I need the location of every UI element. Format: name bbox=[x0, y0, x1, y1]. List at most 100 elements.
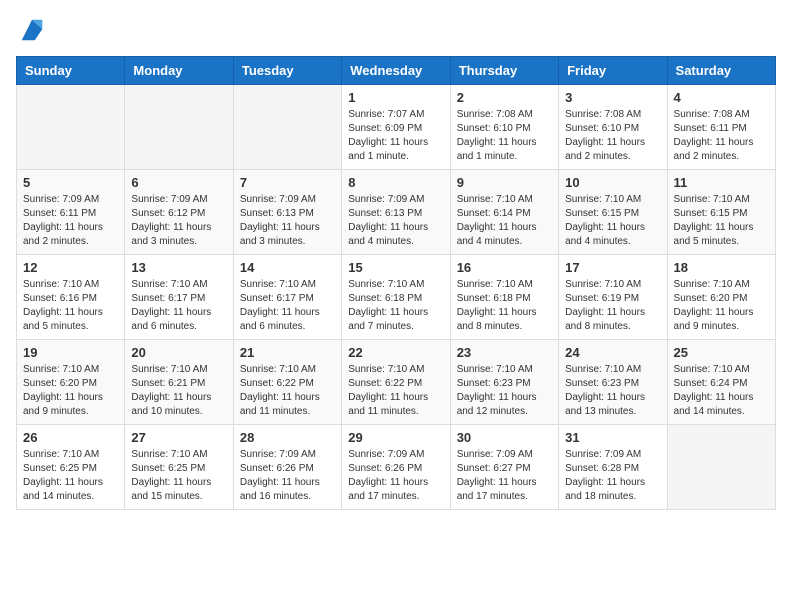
day-number: 17 bbox=[565, 260, 660, 275]
calendar-week-3: 12 Sunrise: 7:10 AMSunset: 6:16 PMDayligh… bbox=[17, 255, 776, 340]
calendar-cell: 12 Sunrise: 7:10 AMSunset: 6:16 PMDayligh… bbox=[17, 255, 125, 340]
calendar-cell: 21 Sunrise: 7:10 AMSunset: 6:22 PMDayligh… bbox=[233, 340, 341, 425]
calendar-cell: 20Sunrise: 7:10 AMSunset: 6:21 PMDayligh… bbox=[125, 340, 233, 425]
calendar-cell bbox=[233, 85, 341, 170]
day-number: 15 bbox=[348, 260, 443, 275]
day-number: 29 bbox=[348, 430, 443, 445]
calendar-cell: 28 Sunrise: 7:09 AMSunset: 6:26 PMDayligh… bbox=[233, 425, 341, 510]
day-number: 22 bbox=[348, 345, 443, 360]
day-number: 6 bbox=[131, 175, 226, 190]
weekday-header-tuesday: Tuesday bbox=[233, 57, 341, 85]
day-number: 13 bbox=[131, 260, 226, 275]
day-number: 11 bbox=[674, 175, 769, 190]
day-info: Sunrise: 7:10 AMSunset: 6:23 PMDaylight:… bbox=[565, 363, 660, 419]
calendar-cell: 10 Sunrise: 7:10 AMSunset: 6:15 PMDayligh… bbox=[559, 170, 667, 255]
calendar-cell: 30Sunrise: 7:09 AMSunset: 6:27 PMDayligh… bbox=[450, 425, 558, 510]
page-header bbox=[16, 16, 776, 44]
calendar-cell: 3 Sunrise: 7:08 AMSunset: 6:10 PMDaylight… bbox=[559, 85, 667, 170]
day-number: 4 bbox=[674, 90, 769, 105]
day-info: Sunrise: 7:10 AMSunset: 6:22 PMDaylight:… bbox=[240, 363, 335, 419]
calendar-cell: 23 Sunrise: 7:10 AMSunset: 6:23 PMDayligh… bbox=[450, 340, 558, 425]
calendar-week-5: 26 Sunrise: 7:10 AMSunset: 6:25 PMDayligh… bbox=[17, 425, 776, 510]
day-info: Sunrise: 7:10 AMSunset: 6:20 PMDaylight:… bbox=[23, 363, 118, 419]
calendar-cell: 27 Sunrise: 7:10 AMSunset: 6:25 PMDayligh… bbox=[125, 425, 233, 510]
day-info: Sunrise: 7:09 AMSunset: 6:26 PMDaylight:… bbox=[240, 448, 335, 504]
calendar-cell: 16 Sunrise: 7:10 AMSunset: 6:18 PMDayligh… bbox=[450, 255, 558, 340]
day-number: 3 bbox=[565, 90, 660, 105]
day-info: Sunrise: 7:10 AMSunset: 6:15 PMDaylight:… bbox=[674, 193, 769, 249]
calendar-cell: 19 Sunrise: 7:10 AMSunset: 6:20 PMDayligh… bbox=[17, 340, 125, 425]
day-number: 7 bbox=[240, 175, 335, 190]
weekday-header-monday: Monday bbox=[125, 57, 233, 85]
day-number: 8 bbox=[348, 175, 443, 190]
calendar-week-2: 5Sunrise: 7:09 AMSunset: 6:11 PMDaylight… bbox=[17, 170, 776, 255]
calendar-cell: 25 Sunrise: 7:10 AMSunset: 6:24 PMDayligh… bbox=[667, 340, 775, 425]
day-info: Sunrise: 7:10 AMSunset: 6:17 PMDaylight:… bbox=[131, 278, 226, 334]
calendar-cell: 7 Sunrise: 7:09 AMSunset: 6:13 PMDaylight… bbox=[233, 170, 341, 255]
day-number: 30 bbox=[457, 430, 552, 445]
calendar-cell bbox=[17, 85, 125, 170]
day-info: Sunrise: 7:10 AMSunset: 6:15 PMDaylight:… bbox=[565, 193, 660, 249]
day-number: 23 bbox=[457, 345, 552, 360]
day-number: 14 bbox=[240, 260, 335, 275]
day-number: 19 bbox=[23, 345, 118, 360]
calendar-week-4: 19 Sunrise: 7:10 AMSunset: 6:20 PMDayligh… bbox=[17, 340, 776, 425]
day-info: Sunrise: 7:10 AMSunset: 6:16 PMDaylight:… bbox=[23, 278, 118, 334]
day-info: Sunrise: 7:09 AMSunset: 6:13 PMDaylight:… bbox=[240, 193, 335, 249]
calendar-cell: 31 Sunrise: 7:09 AMSunset: 6:28 PMDayligh… bbox=[559, 425, 667, 510]
calendar-cell: 2Sunrise: 7:08 AMSunset: 6:10 PMDaylight… bbox=[450, 85, 558, 170]
day-info: Sunrise: 7:08 AMSunset: 6:10 PMDaylight:… bbox=[565, 108, 660, 164]
day-info: Sunrise: 7:10 AMSunset: 6:19 PMDaylight:… bbox=[565, 278, 660, 334]
calendar-cell: 26 Sunrise: 7:10 AMSunset: 6:25 PMDayligh… bbox=[17, 425, 125, 510]
calendar-cell: 1Sunrise: 7:07 AMSunset: 6:09 PMDaylight… bbox=[342, 85, 450, 170]
day-info: Sunrise: 7:09 AMSunset: 6:13 PMDaylight:… bbox=[348, 193, 443, 249]
day-number: 25 bbox=[674, 345, 769, 360]
calendar-cell bbox=[667, 425, 775, 510]
weekday-header-sunday: Sunday bbox=[17, 57, 125, 85]
calendar-cell: 6 Sunrise: 7:09 AMSunset: 6:12 PMDaylight… bbox=[125, 170, 233, 255]
calendar-cell: 17 Sunrise: 7:10 AMSunset: 6:19 PMDayligh… bbox=[559, 255, 667, 340]
calendar-cell: 24 Sunrise: 7:10 AMSunset: 6:23 PMDayligh… bbox=[559, 340, 667, 425]
calendar-week-1: 1Sunrise: 7:07 AMSunset: 6:09 PMDaylight… bbox=[17, 85, 776, 170]
calendar-cell: 29 Sunrise: 7:09 AMSunset: 6:26 PMDayligh… bbox=[342, 425, 450, 510]
day-info: Sunrise: 7:10 AMSunset: 6:24 PMDaylight:… bbox=[674, 363, 769, 419]
calendar-cell: 13 Sunrise: 7:10 AMSunset: 6:17 PMDayligh… bbox=[125, 255, 233, 340]
calendar-cell: 11 Sunrise: 7:10 AMSunset: 6:15 PMDayligh… bbox=[667, 170, 775, 255]
day-number: 26 bbox=[23, 430, 118, 445]
day-number: 31 bbox=[565, 430, 660, 445]
day-number: 12 bbox=[23, 260, 118, 275]
day-number: 24 bbox=[565, 345, 660, 360]
day-info: Sunrise: 7:10 AMSunset: 6:20 PMDaylight:… bbox=[674, 278, 769, 334]
day-info: Sunrise: 7:09 AMSunset: 6:28 PMDaylight:… bbox=[565, 448, 660, 504]
day-info: Sunrise: 7:10 AMSunset: 6:25 PMDaylight:… bbox=[23, 448, 118, 504]
day-info: Sunrise: 7:09 AMSunset: 6:26 PMDaylight:… bbox=[348, 448, 443, 504]
calendar-header-row: SundayMondayTuesdayWednesdayThursdayFrid… bbox=[17, 57, 776, 85]
weekday-header-friday: Friday bbox=[559, 57, 667, 85]
day-info: Sunrise: 7:08 AMSunset: 6:10 PMDaylight:… bbox=[457, 108, 552, 164]
day-number: 10 bbox=[565, 175, 660, 190]
day-number: 21 bbox=[240, 345, 335, 360]
day-info: Sunrise: 7:10 AMSunset: 6:21 PMDaylight:… bbox=[131, 363, 226, 419]
day-number: 16 bbox=[457, 260, 552, 275]
day-number: 9 bbox=[457, 175, 552, 190]
day-info: Sunrise: 7:10 AMSunset: 6:22 PMDaylight:… bbox=[348, 363, 443, 419]
logo bbox=[16, 16, 46, 44]
day-info: Sunrise: 7:09 AMSunset: 6:12 PMDaylight:… bbox=[131, 193, 226, 249]
day-info: Sunrise: 7:10 AMSunset: 6:25 PMDaylight:… bbox=[131, 448, 226, 504]
weekday-header-thursday: Thursday bbox=[450, 57, 558, 85]
calendar-cell: 22 Sunrise: 7:10 AMSunset: 6:22 PMDayligh… bbox=[342, 340, 450, 425]
day-number: 28 bbox=[240, 430, 335, 445]
logo-icon bbox=[18, 16, 46, 44]
day-info: Sunrise: 7:10 AMSunset: 6:23 PMDaylight:… bbox=[457, 363, 552, 419]
calendar-table: SundayMondayTuesdayWednesdayThursdayFrid… bbox=[16, 56, 776, 510]
day-info: Sunrise: 7:10 AMSunset: 6:18 PMDaylight:… bbox=[457, 278, 552, 334]
day-number: 18 bbox=[674, 260, 769, 275]
day-info: Sunrise: 7:10 AMSunset: 6:18 PMDaylight:… bbox=[348, 278, 443, 334]
day-info: Sunrise: 7:10 AMSunset: 6:17 PMDaylight:… bbox=[240, 278, 335, 334]
day-info: Sunrise: 7:09 AMSunset: 6:11 PMDaylight:… bbox=[23, 193, 118, 249]
calendar-cell: 14 Sunrise: 7:10 AMSunset: 6:17 PMDayligh… bbox=[233, 255, 341, 340]
weekday-header-saturday: Saturday bbox=[667, 57, 775, 85]
weekday-header-wednesday: Wednesday bbox=[342, 57, 450, 85]
day-info: Sunrise: 7:07 AMSunset: 6:09 PMDaylight:… bbox=[348, 108, 443, 164]
day-number: 27 bbox=[131, 430, 226, 445]
